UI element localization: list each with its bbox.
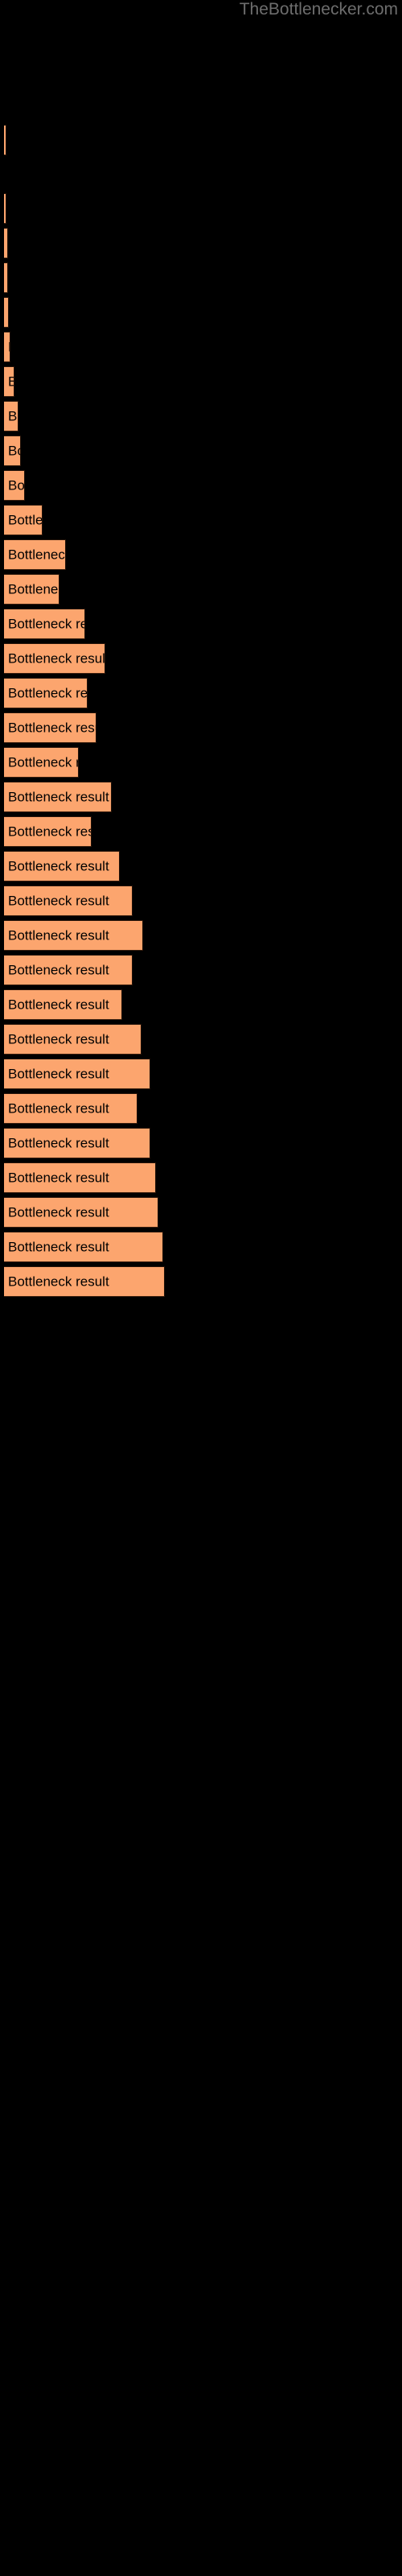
bar[interactable]: Bottleneck result <box>4 1232 164 1262</box>
bar-label: Bottleneck result <box>8 962 109 978</box>
bar[interactable]: Bottleneck result <box>4 851 120 881</box>
bar-label: Bottleneck result <box>8 927 109 943</box>
bar-label: Bottleneck result <box>8 616 84 632</box>
bar-label: Bottleneck result <box>8 340 10 355</box>
bar[interactable]: Bottleneck result <box>4 1093 138 1124</box>
bar[interactable]: Bottleneck result <box>4 1266 165 1297</box>
bar[interactable]: Bottleneck result <box>4 1059 151 1089</box>
bar[interactable]: Bottleneck result <box>4 125 7 155</box>
bar[interactable]: Bottleneck result <box>4 539 66 570</box>
bar-label: Bottleneck result <box>8 858 109 874</box>
bar-label: Bottleneck result <box>8 1031 109 1047</box>
bar-label: Bottleneck result <box>8 1100 109 1117</box>
bar[interactable]: Bottleneck result <box>4 574 59 605</box>
bar-label: Bottleneck result <box>8 512 43 528</box>
bar[interactable]: Bottleneck result <box>4 643 106 674</box>
bar[interactable]: Bottleneck result <box>4 816 92 847</box>
bar[interactable]: Bottleneck result <box>4 470 25 501</box>
bar[interactable]: Bottleneck result <box>4 782 113 812</box>
bar[interactable]: Bottleneck result <box>4 712 97 743</box>
bar-label: Bottleneck result <box>8 1135 109 1151</box>
bar-label: Bottleneck result <box>8 824 91 840</box>
bar[interactable]: Bottleneck result <box>4 1162 156 1193</box>
bar-chart-plot-area: Bottleneck result Bottleneck result Bottle… <box>0 0 402 2576</box>
bar-label: Bottleneck result <box>8 305 9 320</box>
bar-label: Bottleneck result <box>8 650 106 667</box>
bar-label: Bottleneck result <box>8 477 25 493</box>
bar-label: Bottleneck result <box>8 1204 109 1220</box>
bar[interactable]: Bottleneck result <box>4 401 18 431</box>
bar-label: Bottleneck result <box>8 581 59 597</box>
bar-label: Bottleneck result <box>8 720 96 736</box>
bar-label: Bottleneck result <box>8 789 109 805</box>
bar[interactable]: Bottleneck result <box>4 193 7 224</box>
bar[interactable]: Bottleneck result <box>4 505 43 535</box>
bar-label: Bottleneck result <box>8 408 18 424</box>
site-watermark: TheBottlenecker.com <box>239 0 398 19</box>
bar[interactable]: Bottleneck result <box>4 297 10 328</box>
bar[interactable]: Bottleneck result <box>4 989 123 1020</box>
bar-label: Bottleneck result <box>8 1066 109 1082</box>
bar-label: Bottleneck result <box>8 1170 109 1186</box>
bar-label: Bottleneck result <box>8 997 109 1013</box>
bar-label: Bottleneck result <box>8 685 88 701</box>
bar[interactable]: Bottleneck result <box>4 1197 158 1228</box>
bar-label: Bottleneck result <box>8 754 78 770</box>
bar[interactable]: Bottleneck result <box>4 262 8 293</box>
bar-label: Bottleneck result <box>8 893 109 909</box>
bar[interactable]: Bottleneck result <box>4 366 14 397</box>
bar[interactable]: Bottleneck result <box>4 1128 151 1158</box>
bar[interactable]: Bottleneck result <box>4 1024 142 1055</box>
bar-label: Bottleneck result <box>8 374 14 390</box>
bar[interactable]: Bottleneck result <box>4 609 85 639</box>
bar[interactable]: Bottleneck result <box>4 678 88 708</box>
bar-label: Bottleneck result <box>8 1274 109 1290</box>
bar-label: Bottleneck result <box>8 547 66 563</box>
bar[interactable]: Bottleneck result <box>4 747 79 778</box>
bar[interactable]: Bottleneck result <box>4 955 133 985</box>
bar[interactable]: Bottleneck result <box>4 228 8 258</box>
bar[interactable]: Bottleneck result <box>4 886 133 916</box>
bar[interactable]: Bottleneck result <box>4 332 10 362</box>
bar-label: Bottleneck result <box>8 443 20 459</box>
bar[interactable]: Bottleneck result <box>4 436 21 466</box>
bar-label: Bottleneck result <box>8 1239 109 1255</box>
bar[interactable]: Bottleneck result <box>4 920 143 951</box>
